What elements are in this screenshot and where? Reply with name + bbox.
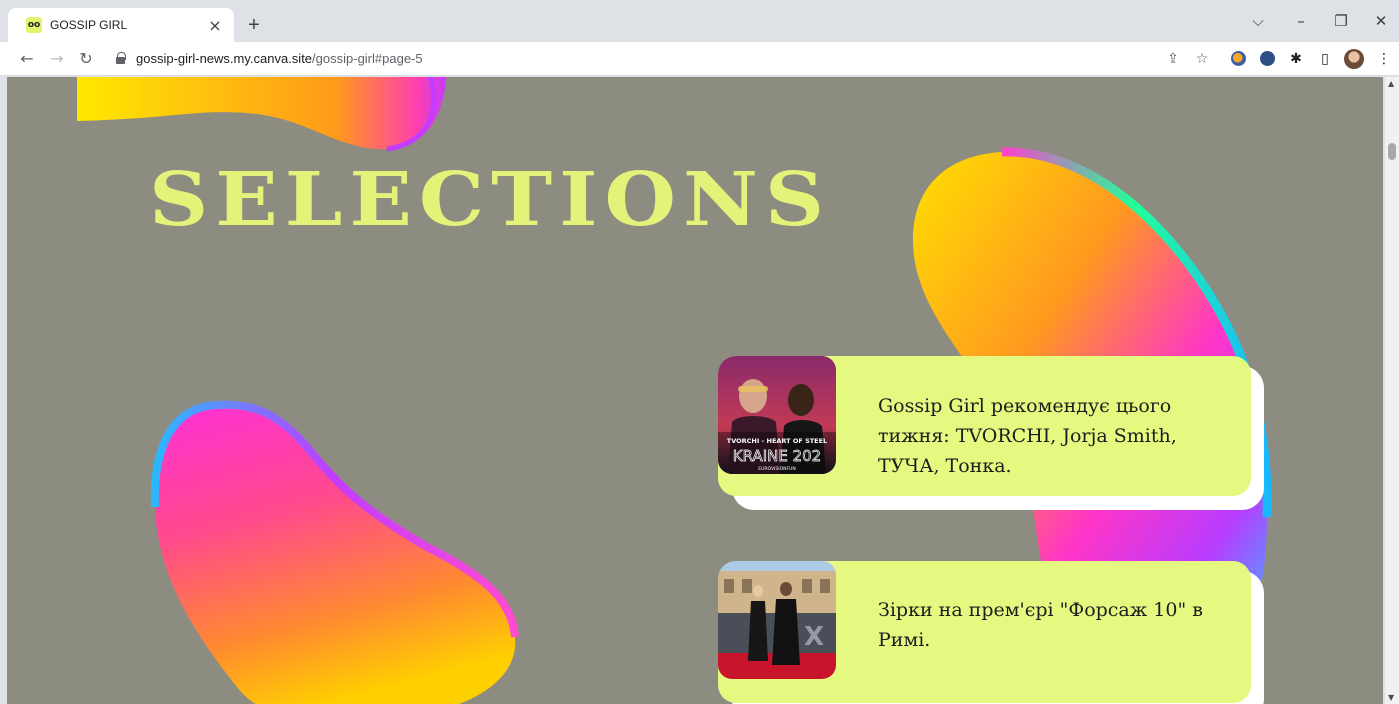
restore-button[interactable]: ❐ xyxy=(1330,12,1352,30)
red-carpet-photo-image: X xyxy=(718,561,836,679)
browser-toolbar: ← → ↻ gossip-girl-news.my.canva.site/gos… xyxy=(0,42,1399,76)
side-panel-icon[interactable]: ▯ xyxy=(1316,50,1334,68)
extension-shield-icon[interactable] xyxy=(1260,51,1275,66)
minimize-button[interactable]: – xyxy=(1290,12,1312,30)
share-icon[interactable]: ⇪ xyxy=(1164,50,1182,68)
svg-text:X: X xyxy=(804,622,824,652)
close-window-button[interactable]: ✕ xyxy=(1370,12,1392,30)
tab-title: GOSSIP GIRL xyxy=(50,18,128,32)
extension-fox-icon[interactable] xyxy=(1231,51,1246,66)
page-viewport: SELECTIONS TVORCHI - HEART OF STEEL KRAI… xyxy=(7,77,1383,704)
lock-icon[interactable] xyxy=(116,52,126,64)
selection-card-1[interactable]: TVORCHI - HEART OF STEEL KRAINE 202 EURO… xyxy=(718,356,1251,496)
tab-close-icon[interactable]: × xyxy=(206,16,224,35)
url-text[interactable]: gossip-girl-news.my.canva.site/gossip-gi… xyxy=(136,51,423,66)
page-title: SELECTIONS xyxy=(149,156,832,244)
thumb-caption-1: TVORCHI - HEART OF STEEL xyxy=(727,437,827,445)
menu-kebab-icon[interactable]: ⋮ xyxy=(1375,50,1393,68)
reload-button[interactable]: ↻ xyxy=(76,50,96,68)
url-host: gossip-girl-news.my.canva.site xyxy=(136,51,313,66)
card-text-1: Gossip Girl рекомендує цього тижня: TVOR… xyxy=(878,395,1177,477)
bookmark-star-icon[interactable]: ☆ xyxy=(1193,50,1211,68)
scroll-down-arrow-icon[interactable]: ▼ xyxy=(1388,693,1394,702)
left-blob xyxy=(154,404,516,704)
page-scrollbar[interactable]: ▲ ▼ xyxy=(1385,77,1399,704)
browser-tab[interactable]: oo GOSSIP GIRL × xyxy=(8,8,234,42)
forward-button[interactable]: → xyxy=(47,50,67,68)
url-path: /gossip-girl#page-5 xyxy=(312,51,423,66)
scroll-up-arrow-icon[interactable]: ▲ xyxy=(1388,79,1394,88)
scroll-thumb[interactable] xyxy=(1388,143,1396,160)
selection-card-2[interactable]: X Зірки на прем'єрі "Форсаж 10" в Римі. xyxy=(718,561,1251,703)
thumb-caption-3: EUROVISIONFUN xyxy=(758,466,795,472)
tab-favicon-icon: oo xyxy=(26,17,42,33)
tvorchi-photo-image: TVORCHI - HEART OF STEEL KRAINE 202 EURO… xyxy=(718,356,836,474)
card-thumbnail-2[interactable]: X xyxy=(718,561,836,679)
tab-search-dropdown-icon[interactable]: ⌵ xyxy=(1247,12,1269,30)
card-text-2: Зірки на прем'єрі "Форсаж 10" в Римі. xyxy=(878,599,1203,651)
back-button[interactable]: ← xyxy=(17,50,37,68)
new-tab-button[interactable]: + xyxy=(244,14,264,36)
thumb-caption-2: KRAINE 202 xyxy=(733,447,821,465)
top-blob xyxy=(77,77,447,150)
extensions-puzzle-icon[interactable]: ✱ xyxy=(1287,50,1305,68)
tab-strip: oo GOSSIP GIRL × + ⌵ – ❐ ✕ xyxy=(0,0,1399,42)
profile-avatar[interactable] xyxy=(1344,49,1364,69)
card-thumbnail-1[interactable]: TVORCHI - HEART OF STEEL KRAINE 202 EURO… xyxy=(718,356,836,474)
